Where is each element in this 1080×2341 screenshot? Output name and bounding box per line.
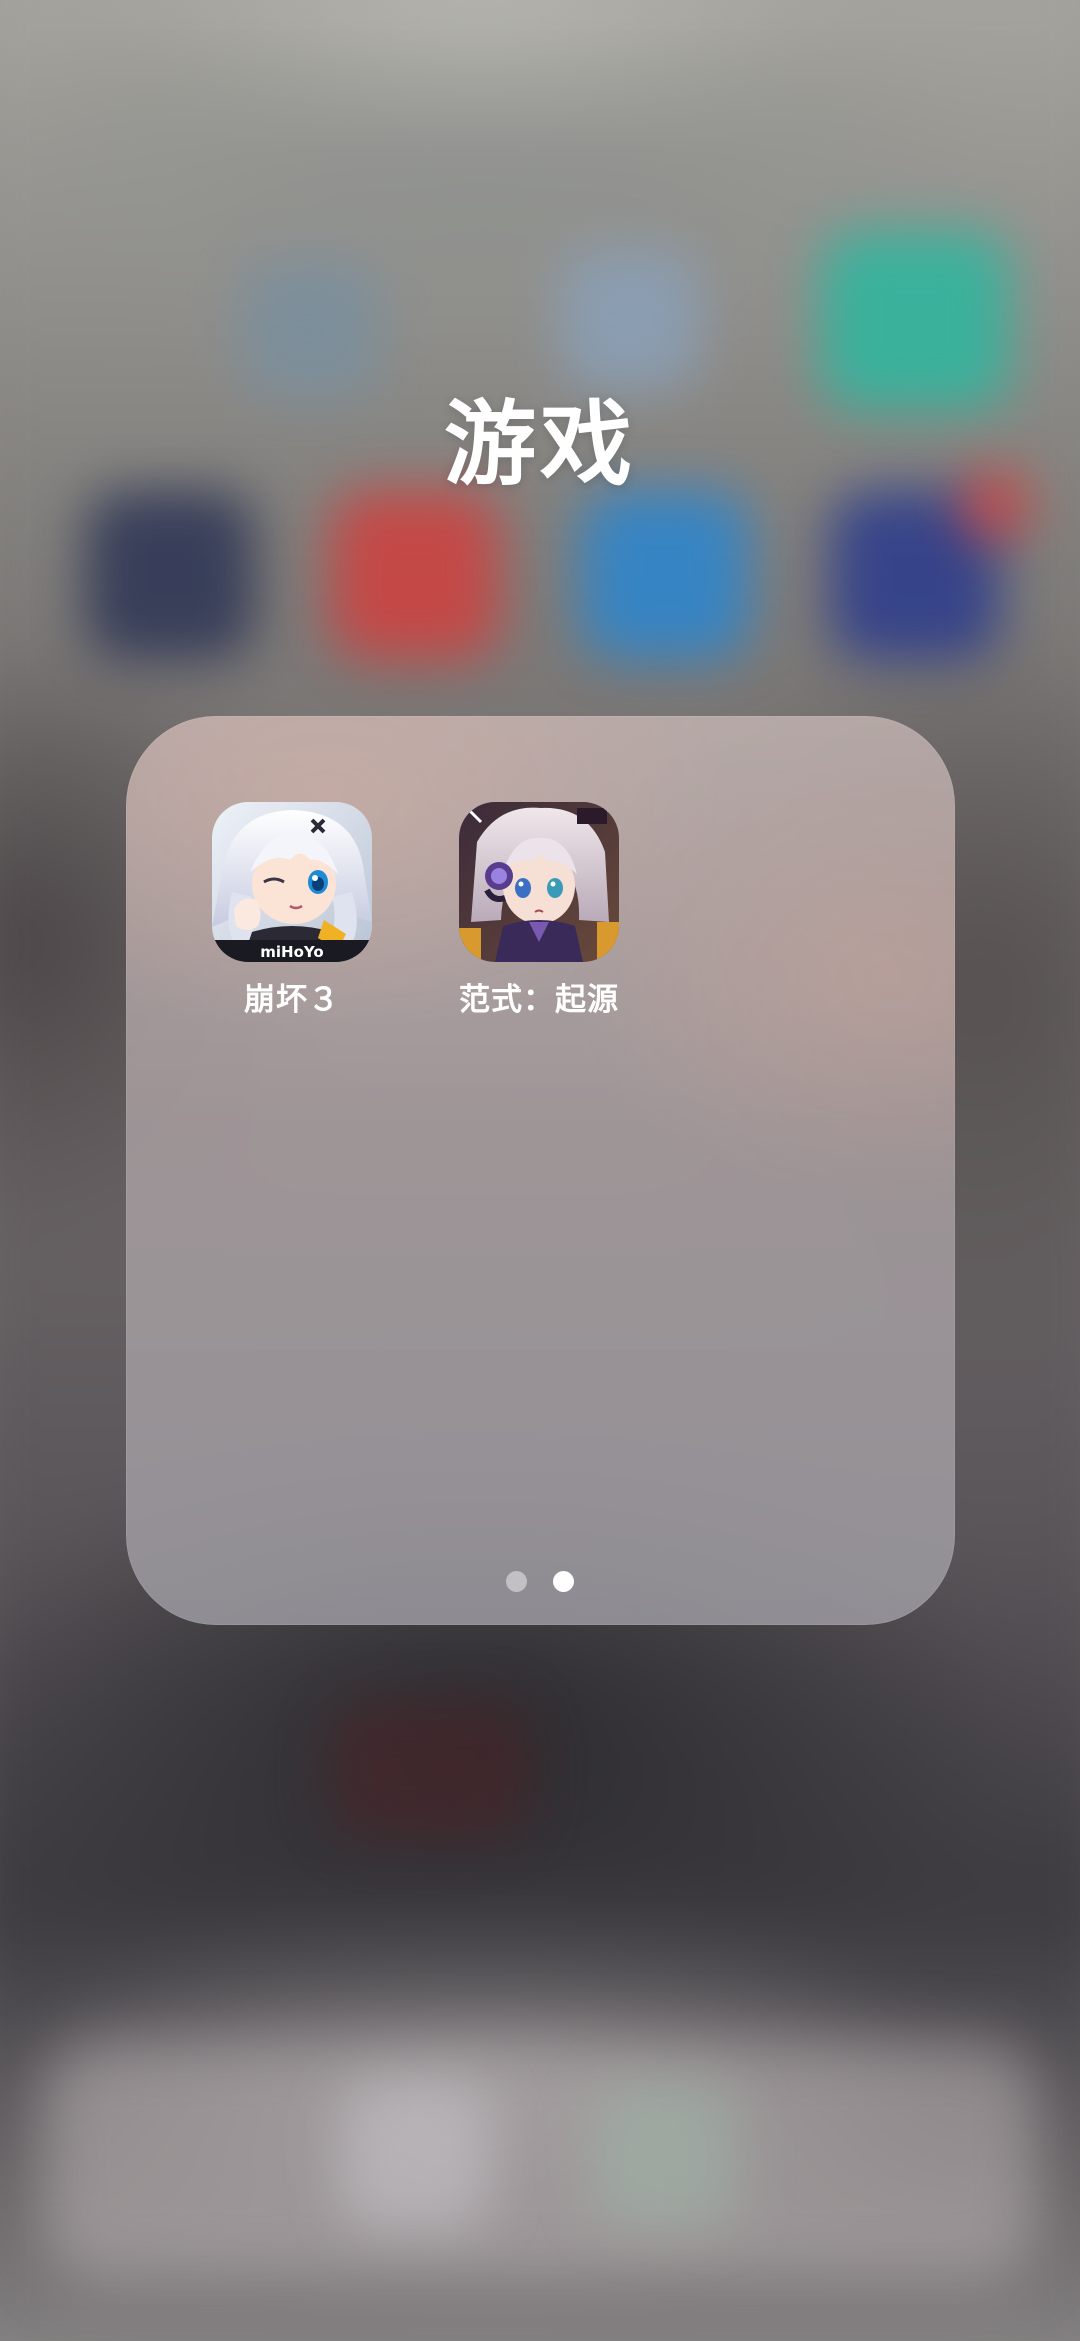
app-label: 崩坏３ bbox=[244, 982, 340, 1018]
blurred-app-icon bbox=[580, 490, 750, 660]
home-screen: 游戏 miHoYo 崩坏３ 范式：起源 bbox=[0, 0, 1080, 2341]
honkai-brand-text: miHoYo bbox=[260, 943, 323, 961]
blurred-app-icon bbox=[560, 250, 700, 390]
app-honkai-impact-3[interactable]: miHoYo 崩坏３ bbox=[192, 802, 392, 1019]
blurred-dock-icon bbox=[590, 2080, 740, 2230]
honkai-impact-3-icon[interactable]: miHoYo bbox=[212, 802, 372, 962]
app-paradigm-origin[interactable]: 范式：起源 bbox=[439, 802, 639, 1019]
blurred-dock-icon bbox=[340, 2080, 490, 2230]
page-indicator[interactable] bbox=[0, 1571, 1080, 1593]
blurred-dock bbox=[40, 2040, 1040, 2280]
page-dot-1[interactable] bbox=[506, 1571, 527, 1592]
page-dot-2-active[interactable] bbox=[553, 1571, 574, 1592]
blurred-app-icon bbox=[330, 490, 500, 660]
app-label: 范式：起源 bbox=[459, 982, 619, 1018]
paradigm-origin-icon[interactable] bbox=[459, 802, 619, 962]
blurred-app-icon bbox=[330, 1700, 530, 1840]
folder-title[interactable]: 游戏 bbox=[0, 370, 1080, 503]
blurred-app-icon bbox=[85, 490, 255, 660]
